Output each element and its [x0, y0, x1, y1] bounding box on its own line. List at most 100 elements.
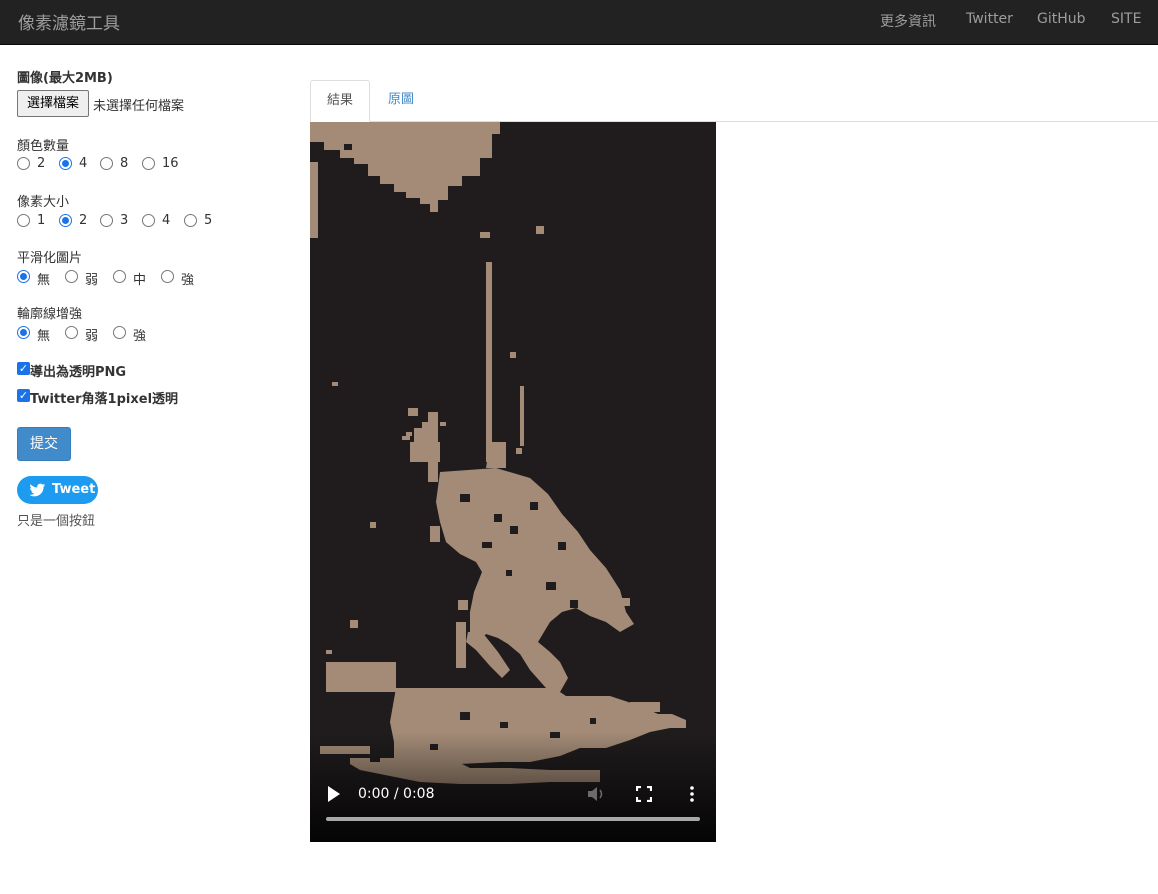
radio-label: 3	[120, 213, 129, 228]
pixel-block	[440, 422, 446, 426]
radio-button[interactable]	[184, 214, 197, 227]
radio-button[interactable]	[142, 214, 155, 227]
play-icon[interactable]	[326, 785, 342, 803]
pixel-block	[536, 226, 544, 234]
more-options-icon[interactable]	[684, 785, 700, 803]
twitter-corner-label: Twitter角落1pixel透明	[30, 392, 179, 407]
smoothing-label: 平滑化圖片	[17, 251, 83, 266]
pixel-block	[516, 448, 522, 454]
pixel-hole	[546, 582, 556, 590]
pixel-block	[370, 522, 376, 528]
pixel-block	[402, 436, 410, 440]
radio-button[interactable]	[113, 326, 126, 339]
radio-label: 2	[37, 156, 46, 171]
radio-label: 強	[133, 329, 147, 344]
video-time: 0:00 / 0:08	[358, 786, 435, 802]
pixel-block	[332, 382, 338, 386]
radio-label: 4	[79, 156, 88, 171]
radio-button[interactable]	[17, 214, 30, 227]
pixel-hole	[344, 144, 352, 150]
brand-title[interactable]: 像素濾鏡工具	[18, 9, 120, 34]
pixel-block	[540, 616, 550, 622]
export-png-label: 導出為透明PNG	[30, 365, 127, 380]
pixel-block	[630, 702, 660, 712]
pixel-hole	[494, 514, 502, 522]
radio-button[interactable]	[65, 270, 78, 283]
pixel-size-label: 像素大小	[17, 195, 70, 210]
file-status-text: 未選擇任何檔案	[93, 99, 185, 114]
pixel-region	[486, 262, 492, 462]
radio-button[interactable]	[59, 214, 72, 227]
nav-link-site[interactable]: SITE	[1111, 11, 1141, 27]
radio-button[interactable]	[17, 157, 30, 170]
pixel-block	[480, 232, 490, 238]
radio-label: 2	[79, 213, 88, 228]
pixel-block	[410, 442, 440, 462]
pixel-hole	[530, 502, 538, 510]
radio-button[interactable]	[17, 326, 30, 339]
pixel-hole	[506, 570, 512, 576]
tab-original[interactable]: 原圖	[376, 80, 426, 122]
pixel-block	[510, 352, 516, 358]
result-video[interactable]: 0:00 / 0:08	[310, 122, 716, 842]
fullscreen-icon[interactable]	[636, 786, 652, 802]
pixel-block	[430, 532, 440, 542]
tweet-note: 只是一個按鈕	[17, 514, 96, 529]
radio-button[interactable]	[17, 270, 30, 283]
pixel-region	[326, 662, 396, 692]
radio-label: 無	[37, 273, 51, 288]
navbar: 像素濾鏡工具 更多資訊 Twitter GitHub SITE	[0, 0, 1158, 45]
radio-button[interactable]	[113, 270, 126, 283]
radio-label: 4	[162, 213, 171, 228]
tab-result[interactable]: 結果	[310, 80, 370, 122]
pixel-hole	[482, 542, 492, 548]
submit-button[interactable]: 提交	[17, 427, 71, 461]
pixel-block	[408, 408, 418, 416]
pixel-region	[456, 622, 466, 668]
radio-button[interactable]	[142, 157, 155, 170]
radio-label: 1	[37, 213, 46, 228]
pixel-block	[458, 600, 468, 610]
image-upload-label: 圖像(最大2MB)	[17, 71, 113, 86]
twitter-bird-icon	[29, 483, 46, 497]
radio-button[interactable]	[59, 157, 72, 170]
pixel-hole	[360, 176, 368, 182]
pixel-block	[326, 650, 332, 654]
pixel-block	[406, 432, 412, 436]
pixel-region	[310, 122, 500, 212]
pixel-hole	[460, 494, 470, 502]
color-count-label: 顏色數量	[17, 139, 70, 154]
radio-button[interactable]	[65, 326, 78, 339]
pixel-hole	[500, 722, 508, 728]
twitter-corner-checkbox[interactable]: ✓	[17, 389, 30, 402]
nav-link-github[interactable]: GitHub	[1037, 11, 1086, 27]
video-progress-bar[interactable]	[326, 817, 700, 821]
radio-button[interactable]	[100, 157, 113, 170]
export-png-checkbox[interactable]: ✓	[17, 362, 30, 375]
nav-link-twitter[interactable]: Twitter	[966, 11, 1013, 27]
radio-label: 8	[120, 156, 129, 171]
pixel-art-shapes	[310, 122, 686, 784]
tweet-label: Tweet	[52, 482, 96, 497]
pixel-block	[520, 386, 524, 446]
pixel-hole	[590, 718, 596, 724]
pixel-hole	[558, 542, 566, 550]
volume-icon[interactable]	[586, 785, 606, 803]
nav-link-more-info[interactable]: 更多資訊	[880, 11, 936, 31]
pixel-block	[618, 598, 630, 606]
pixel-block	[440, 506, 452, 516]
radio-label: 16	[162, 156, 179, 171]
radio-label: 弱	[85, 273, 99, 288]
choose-file-button[interactable]: 選擇檔案	[17, 90, 89, 117]
radio-button[interactable]	[100, 214, 113, 227]
radio-label: 中	[133, 273, 147, 288]
pixel-hole	[510, 526, 518, 534]
radio-label: 無	[37, 329, 51, 344]
radio-label: 弱	[85, 329, 99, 344]
radio-button[interactable]	[161, 270, 174, 283]
pixel-block	[350, 620, 358, 628]
tweet-button[interactable]: Tweet	[17, 476, 98, 504]
edge-enhance-label: 輪廓線增強	[17, 307, 83, 322]
pixel-hole	[570, 600, 578, 608]
radio-label: 強	[181, 273, 195, 288]
